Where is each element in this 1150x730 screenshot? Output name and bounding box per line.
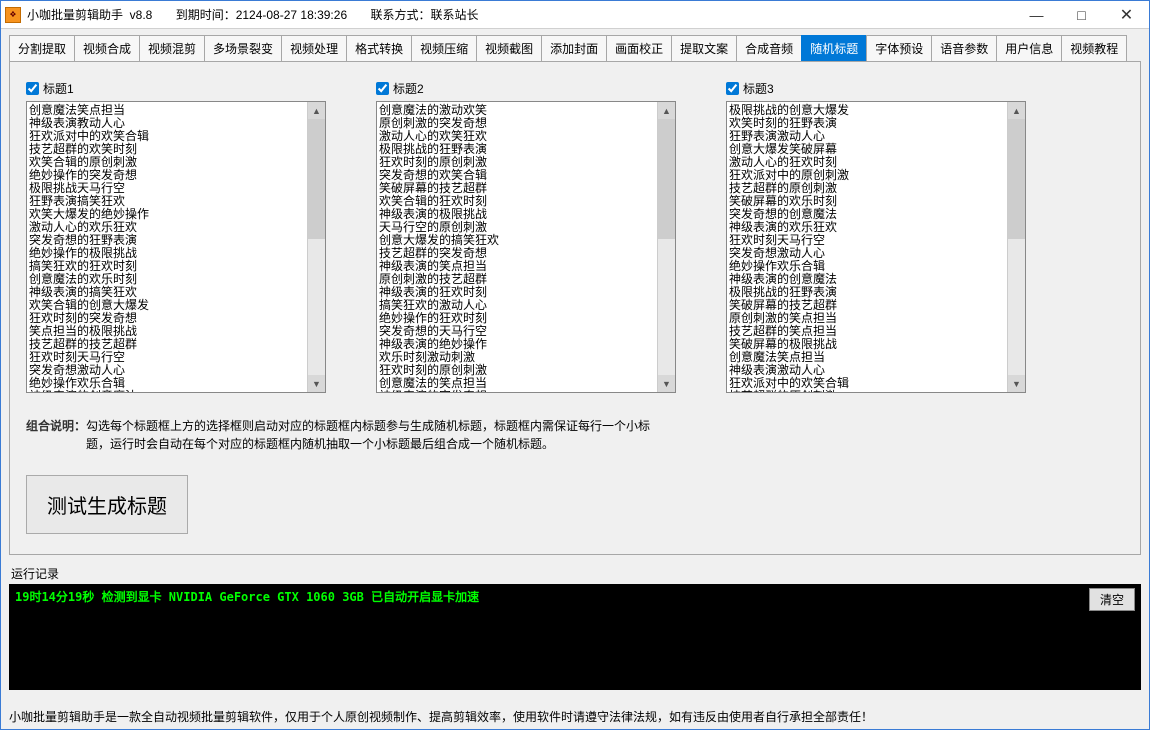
tab-分割提取[interactable]: 分割提取 (9, 35, 75, 61)
tab-提取文案[interactable]: 提取文案 (671, 35, 737, 61)
window-title: 小咖批量剪辑助手 v8.8 到期时间：2124-08-27 18:39:26 联… (27, 6, 478, 23)
log-area: 19时14分19秒 检测到显卡 NVIDIA GeForce GTX 1060 … (9, 584, 1141, 690)
desc-text-1: 勾选每个标题框上方的选择框则启动对应的标题框内标题参与生成随机标题，标题框内需保… (86, 419, 650, 433)
title2-scrollbar[interactable]: ▲ ▼ (657, 102, 675, 392)
tab-用户信息[interactable]: 用户信息 (996, 35, 1062, 61)
log-label: 运行记录 (11, 565, 1139, 582)
main-window: ❖ 小咖批量剪辑助手 v8.8 到期时间：2124-08-27 18:39:26… (0, 0, 1150, 730)
title1-scrollbar[interactable]: ▲ ▼ (307, 102, 325, 392)
tab-视频截图[interactable]: 视频截图 (476, 35, 542, 61)
tab-视频处理[interactable]: 视频处理 (281, 35, 347, 61)
scroll-down-icon[interactable]: ▼ (1008, 375, 1025, 392)
tab-视频压缩[interactable]: 视频压缩 (411, 35, 477, 61)
scroll-down-icon[interactable]: ▼ (658, 375, 675, 392)
title1-label: 标题1 (43, 80, 74, 97)
scroll-up-icon[interactable]: ▲ (1008, 102, 1025, 119)
tab-合成音频[interactable]: 合成音频 (736, 35, 802, 61)
tab-画面校正[interactable]: 画面校正 (606, 35, 672, 61)
desc-text-2: 题，运行时会自动在每个对应的标题框内随机抽取一个小标题最后组合成一个随机标题。 (86, 437, 554, 451)
title1-column: 标题1 创意魔法笑点担当神级表演教动人心狂欢派对中的欢笑合辑技艺超群的欢笑时刻欢… (26, 80, 326, 393)
scroll-thumb[interactable] (658, 119, 675, 239)
scroll-up-icon[interactable]: ▲ (308, 102, 325, 119)
maximize-button[interactable]: □ (1059, 1, 1104, 29)
tab-格式转换[interactable]: 格式转换 (346, 35, 412, 61)
title3-label: 标题3 (743, 80, 774, 97)
tab-多场景裂变[interactable]: 多场景裂变 (204, 35, 282, 61)
tab-视频教程[interactable]: 视频教程 (1061, 35, 1127, 61)
test-generate-title-button[interactable]: 测试生成标题 (26, 475, 188, 534)
list-item[interactable]: 神级表演的创意魔法 (29, 390, 305, 392)
title1-listbox[interactable]: 创意魔法笑点担当神级表演教动人心狂欢派对中的欢笑合辑技艺超群的欢笑时刻欢笑合辑的… (26, 101, 326, 393)
title2-listbox[interactable]: 创意魔法的激动欢笑原创刺激的突发奇想激动人心的欢笑狂欢极限挑战的狂野表演狂欢时刻… (376, 101, 676, 393)
log-line: 19时14分19秒 检测到显卡 NVIDIA GeForce GTX 1060 … (15, 590, 479, 604)
tab-添加封面[interactable]: 添加封面 (541, 35, 607, 61)
scroll-thumb[interactable] (1008, 119, 1025, 239)
title3-column: 标题3 极限挑战的创意大爆发欢笑时刻的狂野表演狂野表演激动人心创意大爆发笑破屏幕… (726, 80, 1026, 393)
combination-description: 组合说明：勾选每个标题框上方的选择框则启动对应的标题框内标题参与生成随机标题，标… (26, 417, 1124, 453)
tab-bar: 分割提取视频合成视频混剪多场景裂变视频处理格式转换视频压缩视频截图添加封面画面校… (1, 29, 1149, 61)
tab-视频合成[interactable]: 视频合成 (74, 35, 140, 61)
footer-disclaimer: 小咖批量剪辑助手是一款全自动视频批量剪辑软件，仅用于个人原创视频制作、提高剪辑效… (9, 708, 1141, 725)
tab-字体预设[interactable]: 字体预设 (866, 35, 932, 61)
scroll-down-icon[interactable]: ▼ (308, 375, 325, 392)
title2-column: 标题2 创意魔法的激动欢笑原创刺激的突发奇想激动人心的欢笑狂欢极限挑战的狂野表演… (376, 80, 676, 393)
title3-checkbox[interactable] (726, 82, 739, 95)
tab-随机标题[interactable]: 随机标题 (801, 35, 867, 61)
list-item[interactable]: 技艺超群的原创刺激 (729, 390, 1005, 392)
clear-log-button[interactable]: 清空 (1089, 588, 1135, 611)
title2-label: 标题2 (393, 80, 424, 97)
scroll-thumb[interactable] (308, 119, 325, 239)
title1-checkbox[interactable] (26, 82, 39, 95)
title3-listbox[interactable]: 极限挑战的创意大爆发欢笑时刻的狂野表演狂野表演激动人心创意大爆发笑破屏幕激动人心… (726, 101, 1026, 393)
list-item[interactable]: 神级表演的突发奇想 (379, 390, 655, 392)
tab-视频混剪[interactable]: 视频混剪 (139, 35, 205, 61)
random-title-panel: 标题1 创意魔法笑点担当神级表演教动人心狂欢派对中的欢笑合辑技艺超群的欢笑时刻欢… (9, 61, 1141, 555)
scroll-up-icon[interactable]: ▲ (658, 102, 675, 119)
close-button[interactable]: ✕ (1104, 1, 1149, 29)
minimize-button[interactable]: — (1014, 1, 1059, 29)
desc-label: 组合说明： (26, 419, 86, 433)
titlebar: ❖ 小咖批量剪辑助手 v8.8 到期时间：2124-08-27 18:39:26… (1, 1, 1149, 29)
app-icon: ❖ (5, 7, 21, 23)
title3-scrollbar[interactable]: ▲ ▼ (1007, 102, 1025, 392)
title2-checkbox[interactable] (376, 82, 389, 95)
tab-语音参数[interactable]: 语音参数 (931, 35, 997, 61)
